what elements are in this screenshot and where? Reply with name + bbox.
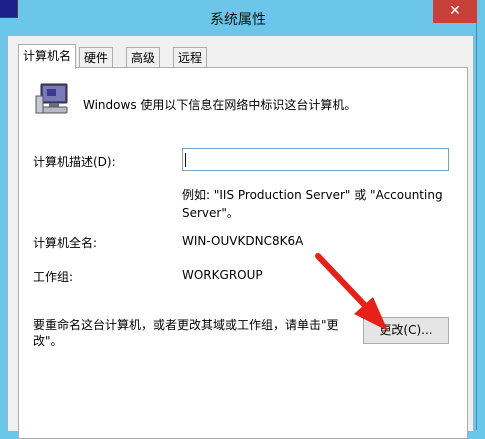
full-name-value: WIN-OUVKDNC8K6A: [182, 234, 304, 248]
description-input[interactable]: [182, 148, 449, 171]
tab-advanced[interactable]: 高级: [126, 47, 161, 68]
close-icon: ✕: [449, 3, 461, 19]
computer-name-panel: Windows 使用以下信息在网络中标识这台计算机。 计算机描述(D): 例如:…: [18, 67, 468, 439]
rename-text-line-2: 改"。: [33, 334, 63, 348]
example-text-line-1: 例如: "IIS Production Server" 或 "Accountin…: [182, 188, 443, 202]
close-button[interactable]: ✕: [433, 0, 477, 23]
workgroup-value: WORKGROUP: [182, 268, 263, 282]
tab-remote[interactable]: 远程: [173, 47, 208, 68]
text-caret: [185, 153, 186, 167]
change-button[interactable]: 更改(C)...: [363, 317, 449, 344]
example-text-line-2: Server"。: [182, 206, 239, 220]
window-title: 系统属性: [210, 12, 266, 28]
full-name-label: 计算机全名:: [33, 236, 98, 250]
system-properties-window: 系统属性 ✕ 计算机名 硬件 高级 远程 Windows 使用以下信息在网络中标…: [0, 0, 477, 439]
description-label: 计算机描述(D):: [33, 155, 116, 169]
intro-text: Windows 使用以下信息在网络中标识这台计算机。: [83, 98, 357, 112]
dialog-client-area: 计算机名 硬件 高级 远程 Windows 使用以下信息在网络中标识这台计算机。…: [7, 35, 474, 439]
tab-computer-name[interactable]: 计算机名: [18, 44, 77, 69]
workgroup-label: 工作组:: [33, 270, 74, 284]
computer-icon: [35, 83, 68, 114]
title-bar[interactable]: 系统属性 ✕: [0, 0, 477, 34]
rename-text-line-1: 要重命名这台计算机，或者更改其域或工作组，请单击"更: [33, 318, 339, 332]
tab-hardware[interactable]: 硬件: [79, 47, 114, 68]
